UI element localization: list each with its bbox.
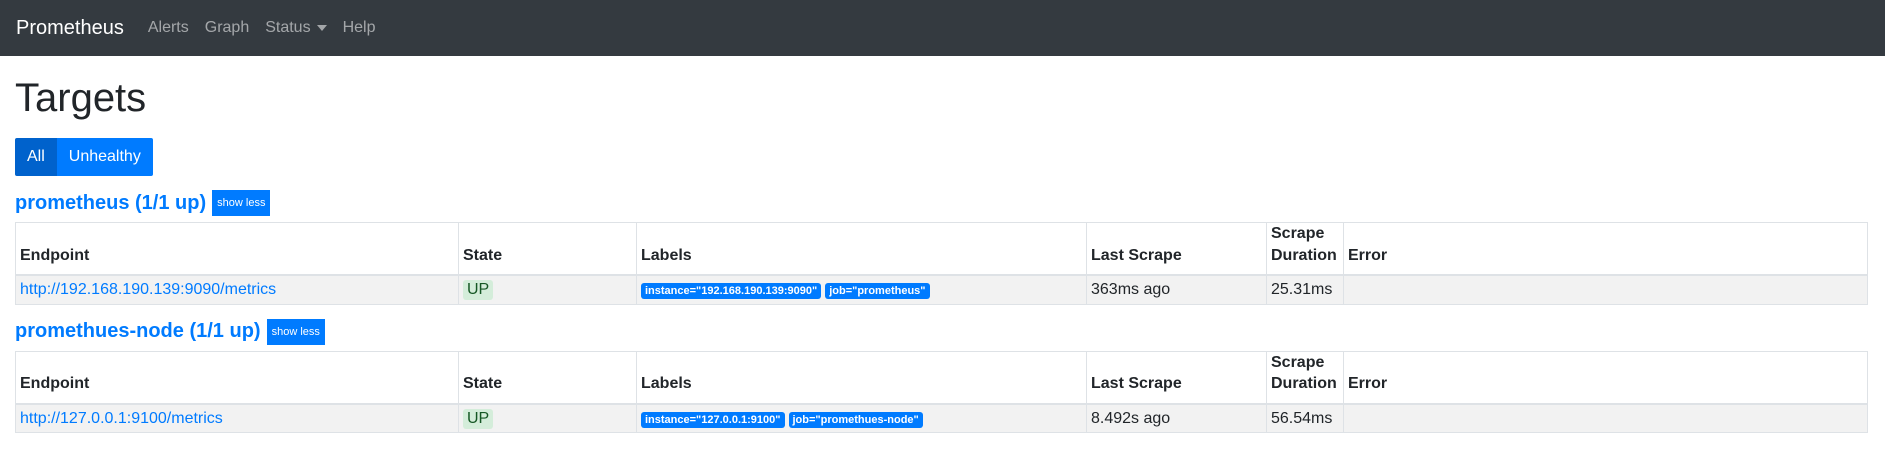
nav-alerts[interactable]: Alerts [148,19,189,37]
main-content: Targets All Unhealthy prometheus (1/1 up… [0,74,1885,434]
show-less-button[interactable]: show less [266,318,325,345]
caret-down-icon [316,25,327,31]
labels-cell: instance="192.168.190.139:9090" job="prom… [636,274,1087,305]
header-endpoint: Endpoint [15,222,459,277]
header-scrape-duration: Scrape Duration [1266,222,1344,277]
header-labels: Labels [636,350,1087,405]
targets-table: Endpoint State Labels Last Scrape Scrape… [15,222,1868,305]
last-scrape-cell: 363ms ago [1086,274,1267,305]
table-row: http://192.168.190.139:9090/metrics UP i… [15,274,1868,305]
filter-all-button[interactable]: All [15,138,57,176]
header-error: Error [1343,222,1868,277]
label-badge-instance: instance="127.0.0.1:9100" [641,411,785,428]
label-badge-job: job="promethues-node" [788,411,923,428]
top-navbar: Prometheus Alerts Graph Status Help [0,0,1885,56]
pool-title-link[interactable]: prometheus (1/1 up) [15,192,206,215]
scrape-pool-promethues-node: promethues-node (1/1 up) show less Endpo… [15,318,1870,434]
header-scrape-duration: Scrape Duration [1266,350,1344,405]
label-badge-instance: instance="192.168.190.139:9090" [641,282,822,299]
labels-cell: instance="127.0.0.1:9100" job="promethues… [636,403,1087,434]
endpoint-link[interactable]: http://192.168.190.139:9090/metrics [20,281,276,298]
table-header-row: Endpoint State Labels Last Scrape Scrape… [15,350,1868,405]
targets-table: Endpoint State Labels Last Scrape Scrape… [15,350,1868,434]
scrape-duration-cell: 56.54ms [1266,403,1344,434]
nav-graph[interactable]: Graph [205,19,249,37]
header-labels: Labels [636,222,1087,277]
state-cell: UP [458,274,637,305]
endpoint-cell: http://192.168.190.139:9090/metrics [15,274,459,305]
brand-link[interactable]: Prometheus [16,17,124,40]
scrape-pool-prometheus: prometheus (1/1 up) show less Endpoint S… [15,190,1870,305]
label-badge-job: job="prometheus" [825,282,930,299]
header-error: Error [1343,350,1868,405]
header-endpoint: Endpoint [15,350,459,405]
last-scrape-cell: 8.492s ago [1086,403,1267,434]
nav-status-dropdown[interactable]: Status [265,19,327,37]
page-title: Targets [15,76,147,120]
state-badge: UP [463,279,494,300]
endpoint-link[interactable]: http://127.0.0.1:9100/metrics [20,410,223,427]
scrape-duration-cell: 25.31ms [1266,274,1344,305]
state-badge: UP [463,408,494,429]
header-last-scrape: Last Scrape [1086,350,1267,405]
nav-status-label: Status [265,19,311,36]
pool-header: promethues-node (1/1 up) show less [15,318,1870,345]
header-last-scrape: Last Scrape [1086,222,1267,277]
target-filter-group: All Unhealthy [15,138,153,176]
show-less-button[interactable]: show less [212,190,271,216]
table-row: http://127.0.0.1:9100/metrics UP instanc… [15,403,1868,434]
table-header-row: Endpoint State Labels Last Scrape Scrape… [15,222,1868,277]
filter-unhealthy-button[interactable]: Unhealthy [56,138,153,176]
pool-title-link[interactable]: promethues-node (1/1 up) [15,320,261,343]
error-cell [1343,403,1868,434]
header-state: State [458,350,637,405]
pool-header: prometheus (1/1 up) show less [15,190,1870,216]
header-state: State [458,222,637,277]
state-cell: UP [458,403,637,434]
error-cell [1343,274,1868,305]
nav-help[interactable]: Help [343,19,376,37]
endpoint-cell: http://127.0.0.1:9100/metrics [15,403,459,434]
